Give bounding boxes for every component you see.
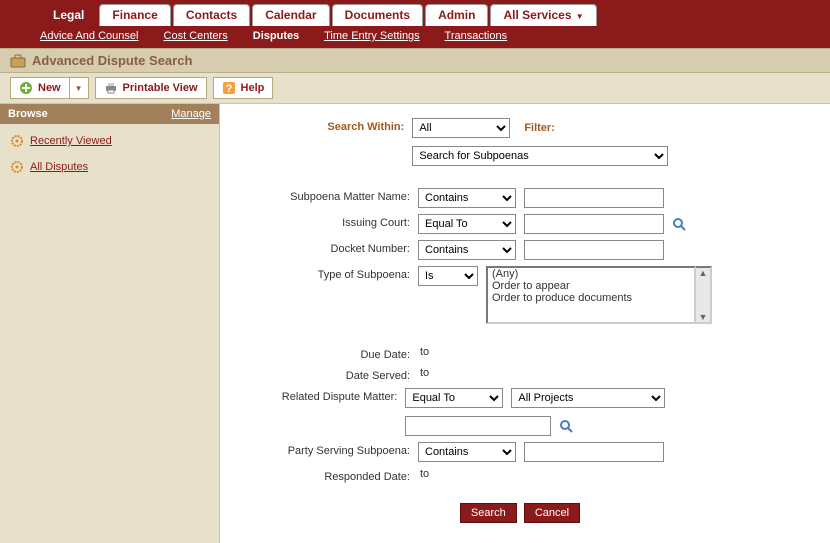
list-item[interactable]: Order to appear	[488, 280, 694, 292]
gear-icon	[10, 134, 24, 148]
type-subpoena-list[interactable]: (Any) Order to appear Order to produce d…	[486, 266, 696, 324]
top-tabs: Legal Finance Contacts Calendar Document…	[0, 0, 830, 26]
party-serving-op[interactable]: Contains	[418, 442, 516, 462]
label-date-served: Date Served:	[228, 367, 418, 382]
subnav-trans[interactable]: Transactions	[445, 30, 508, 42]
toolbar: New ▼ Printable View ? Help	[0, 73, 830, 104]
tab-calendar[interactable]: Calendar	[252, 4, 329, 26]
label-issuing-court: Issuing Court:	[228, 214, 418, 229]
subnav-time[interactable]: Time Entry Settings	[324, 30, 420, 42]
subnav-disputes[interactable]: Disputes	[253, 30, 299, 42]
tab-contacts[interactable]: Contacts	[173, 4, 250, 26]
subpoena-name-op[interactable]: Contains	[418, 188, 516, 208]
label-due-date: Due Date:	[228, 346, 418, 361]
search-icon[interactable]	[559, 419, 574, 434]
label-responded-date: Responded Date:	[228, 468, 418, 483]
tab-finance[interactable]: Finance	[99, 4, 170, 26]
issuing-court-input[interactable]	[524, 214, 664, 234]
issuing-court-op[interactable]: Equal To	[418, 214, 516, 234]
related-dispute-input[interactable]	[405, 416, 551, 436]
sidebar-heading: Browse	[8, 108, 48, 120]
printer-icon	[104, 81, 118, 95]
svg-text:?: ?	[225, 83, 232, 95]
to-text: to	[418, 346, 429, 358]
sidebar-item-recently-viewed[interactable]: Recently Viewed	[10, 134, 209, 148]
chevron-down-icon: ▼	[75, 84, 83, 93]
manage-link[interactable]: Manage	[171, 108, 211, 120]
cancel-button[interactable]: Cancel	[524, 503, 580, 523]
scroll-down-icon[interactable]: ▼	[696, 312, 710, 322]
chevron-down-icon: ▼	[574, 12, 584, 21]
new-dropdown[interactable]: ▼	[69, 77, 89, 99]
scroll-up-icon[interactable]: ▲	[696, 268, 710, 278]
label-party-serving: Party Serving Subpoena:	[228, 442, 418, 457]
tab-all-services[interactable]: All Services ▼	[490, 4, 596, 26]
label-docket-number: Docket Number:	[228, 240, 418, 255]
type-subpoena-op[interactable]: Is	[418, 266, 478, 286]
subnav-advice[interactable]: Advice And Counsel	[40, 30, 138, 42]
page-titlebar: Advanced Dispute Search	[0, 48, 830, 73]
sidebar-item-all-disputes[interactable]: All Disputes	[10, 160, 209, 174]
to-text: to	[418, 468, 429, 480]
to-text: to	[418, 367, 429, 379]
docket-number-op[interactable]: Contains	[418, 240, 516, 260]
search-form: Search Within: All Filter: Search for Su…	[220, 104, 830, 543]
search-icon[interactable]	[672, 217, 687, 232]
tab-legal[interactable]: Legal	[40, 4, 97, 26]
related-dispute-project[interactable]: All Projects	[511, 388, 665, 408]
briefcase-icon	[10, 54, 26, 68]
help-icon: ?	[222, 81, 236, 95]
list-item[interactable]: Order to produce documents	[488, 292, 694, 304]
help-button[interactable]: ? Help	[213, 77, 274, 99]
party-serving-input[interactable]	[524, 442, 664, 462]
subnav-cost[interactable]: Cost Centers	[164, 30, 228, 42]
printable-view-button[interactable]: Printable View	[95, 77, 207, 99]
label-filter: Filter:	[518, 122, 561, 134]
label-subpoena-name: Subpoena Matter Name:	[228, 188, 418, 203]
search-within-select[interactable]: All	[412, 118, 510, 138]
new-button[interactable]: New	[10, 77, 69, 99]
docket-number-input[interactable]	[524, 240, 664, 260]
tab-admin[interactable]: Admin	[425, 4, 488, 26]
filter-select[interactable]: Search for Subpoenas	[412, 146, 668, 166]
gear-icon	[10, 160, 24, 174]
list-item[interactable]: (Any)	[488, 268, 694, 280]
sidebar: Browse Manage Recently Viewed All Disput…	[0, 104, 220, 543]
subpoena-name-input[interactable]	[524, 188, 664, 208]
label-type-subpoena: Type of Subpoena:	[228, 266, 418, 281]
label-related-dispute: Related Dispute Matter:	[228, 388, 405, 403]
tab-documents[interactable]: Documents	[332, 4, 423, 26]
search-button[interactable]: Search	[460, 503, 517, 523]
plus-icon	[19, 81, 33, 95]
related-dispute-op[interactable]: Equal To	[405, 388, 503, 408]
subnav: Advice And Counsel Cost Centers Disputes…	[0, 26, 830, 48]
page-title: Advanced Dispute Search	[32, 53, 192, 68]
label-search-within: Search Within:	[228, 118, 412, 133]
